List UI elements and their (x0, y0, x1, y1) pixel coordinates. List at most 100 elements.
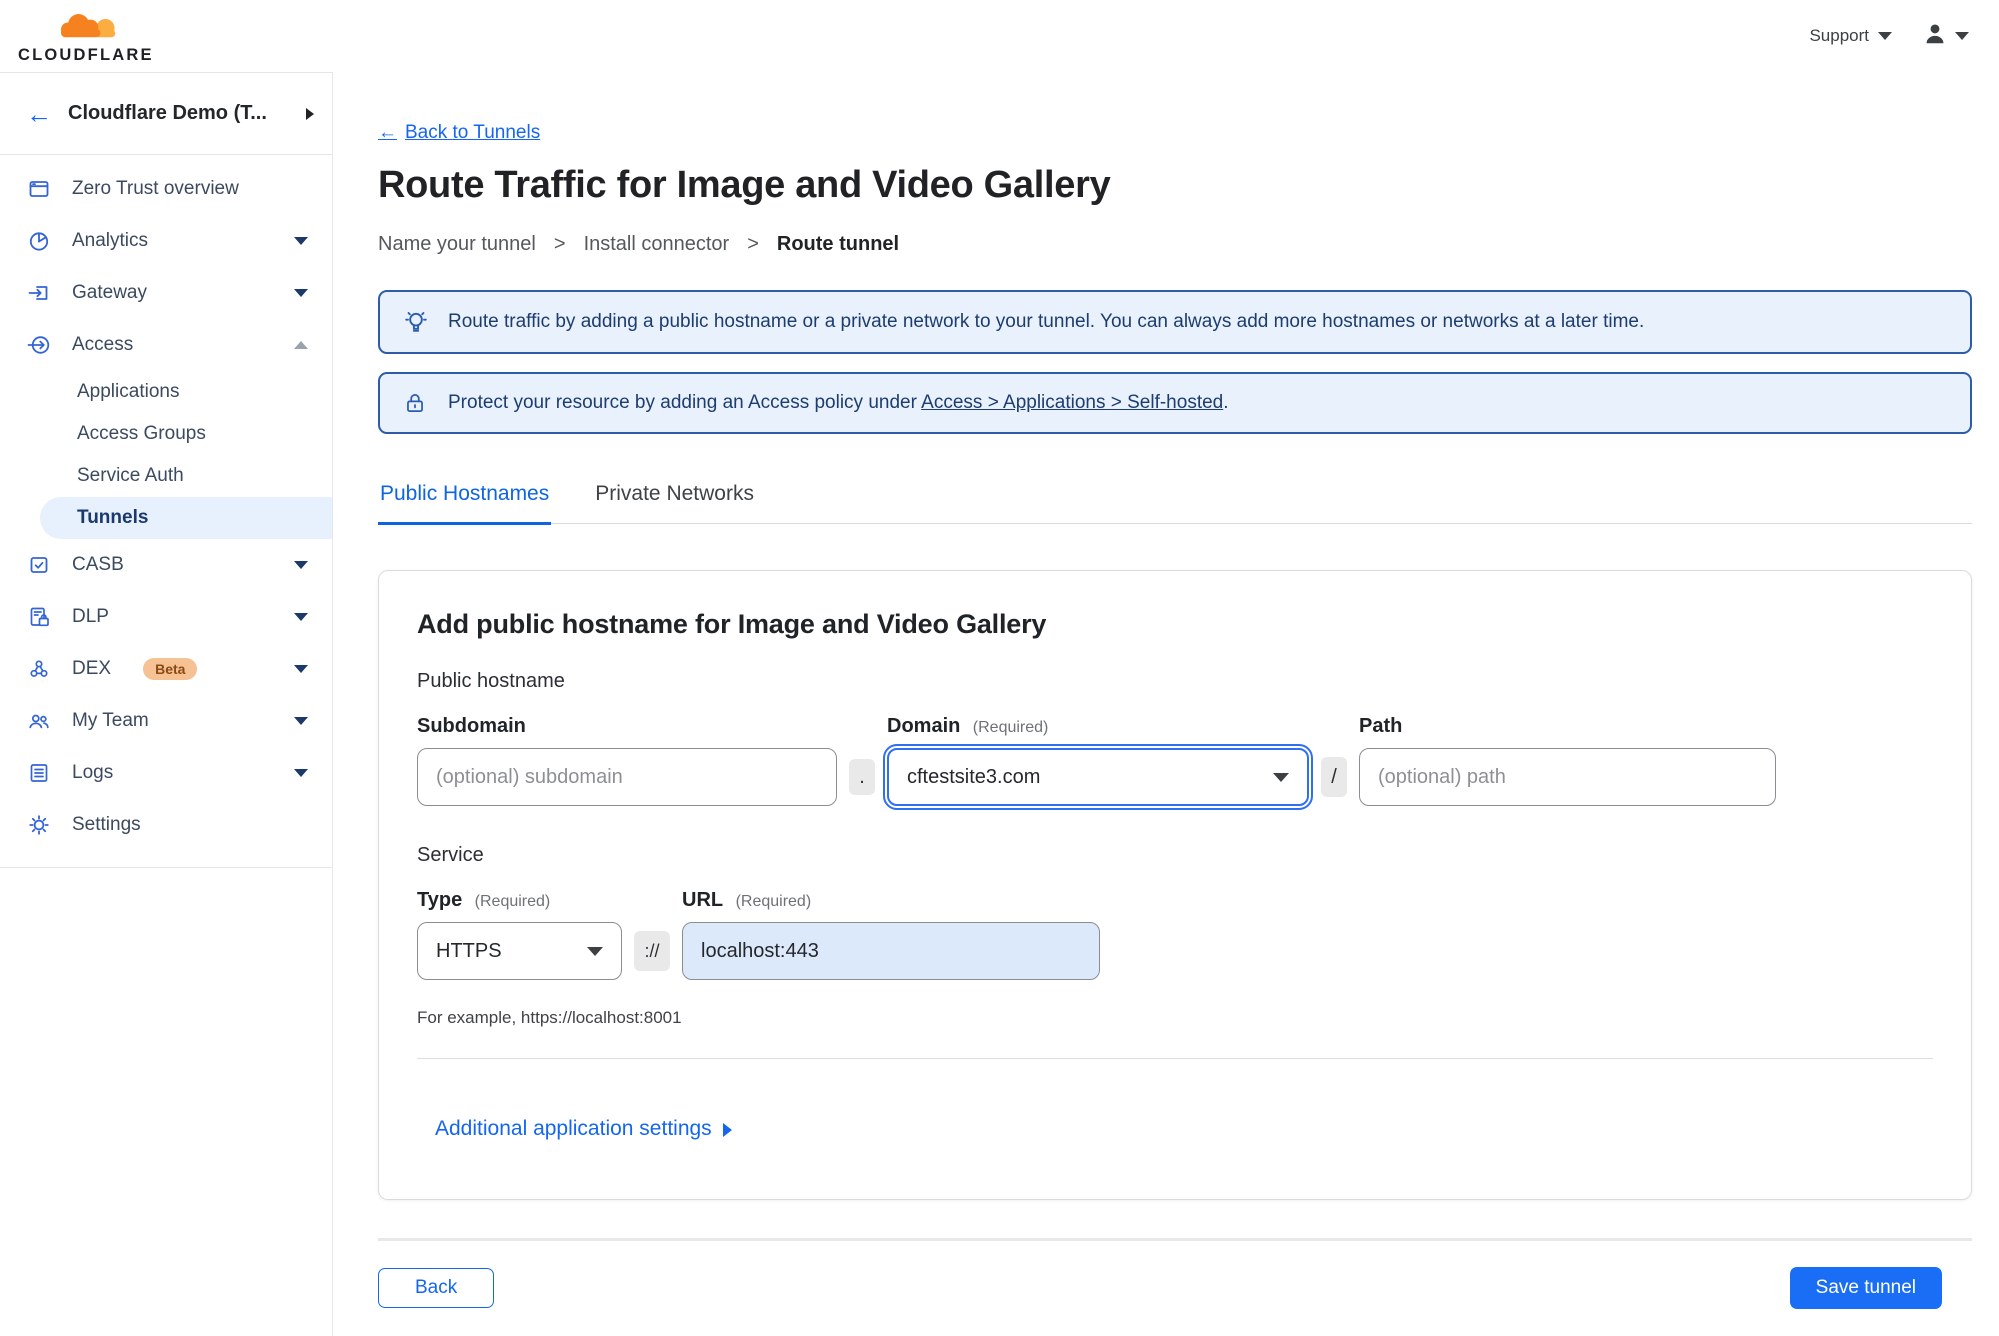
page-title: Route Traffic for Image and Video Galler… (378, 164, 1111, 206)
path-label: Path (1359, 715, 1403, 737)
sidebar-divider (0, 867, 332, 868)
dex-cluster-icon (26, 656, 52, 682)
account-name: Cloudflare Demo (T... (68, 102, 267, 124)
sidebar-item-label: Tunnels (77, 507, 149, 528)
step-separator: > (553, 233, 566, 255)
sidebar-item-label: Access Groups (77, 423, 206, 444)
service-type-value: HTTPS (436, 939, 502, 962)
chevron-down-icon (294, 769, 308, 777)
footer-divider (378, 1238, 1972, 1241)
required-tag: (Required) (972, 719, 1049, 736)
access-policy-banner: Protect your resource by adding an Acces… (378, 372, 1972, 434)
access-applications-link[interactable]: Access > Applications > Self-hosted (921, 392, 1223, 413)
sidebar-item-label: Analytics (72, 230, 149, 251)
sidebar-item-dex[interactable]: DEX Beta (0, 643, 332, 695)
chevron-down-icon (1955, 32, 1969, 40)
access-icon (26, 332, 52, 358)
tab-private-networks[interactable]: Private Networks (593, 482, 756, 525)
wizard-steps: Name your tunnel > Install connector > R… (378, 233, 1972, 256)
sidebar-item-dlp[interactable]: DLP (0, 591, 332, 643)
sidebar-item-my-team[interactable]: My Team (0, 695, 332, 747)
sidebar-item-tunnels[interactable]: Tunnels (40, 497, 332, 539)
user-icon (1922, 21, 1948, 52)
additional-settings-label: Additional application settings (435, 1117, 712, 1140)
sidebar-nav: Zero Trust overview Analytics Gateway Ac… (0, 155, 332, 868)
tab-public-hostnames[interactable]: Public Hostnames (378, 482, 552, 525)
public-hostname-section-label: Public hostname (417, 670, 565, 692)
type-label: Type (417, 889, 463, 911)
tab-bar: Public Hostnames Private Networks (378, 482, 1972, 525)
sidebar-item-label: Applications (77, 381, 180, 402)
chevron-down-icon (294, 289, 308, 297)
cloudflare-logo[interactable]: CLOUDFLARE (18, 8, 154, 65)
subdomain-input[interactable] (417, 748, 837, 806)
url-label-group: URL (Required) (682, 889, 1100, 912)
path-input[interactable] (1359, 748, 1776, 806)
hostname-labels-row: Subdomain Domain (Required) Path (417, 715, 1933, 738)
additional-settings-link[interactable]: Additional application settings (435, 1117, 732, 1141)
sidebar-item-label: Zero Trust overview (72, 178, 239, 199)
sidebar-item-access[interactable]: Access (0, 319, 332, 371)
required-tag: (Required) (474, 893, 551, 910)
card-divider (417, 1058, 1933, 1059)
topbar-right: Support (1809, 21, 1969, 52)
logs-icon (26, 760, 52, 786)
sidebar-item-applications[interactable]: Applications (0, 371, 332, 413)
domain-select-value: cftestsite3.com (907, 765, 1041, 788)
cloudflare-wordmark: CLOUDFLARE (18, 45, 154, 64)
sidebar-account-header: ← Cloudflare Demo (T... (0, 73, 332, 155)
chevron-down-icon (294, 717, 308, 725)
subdomain-label: Subdomain (417, 715, 526, 737)
public-hostname-card: Add public hostname for Image and Video … (378, 570, 1972, 1200)
back-button[interactable]: Back (378, 1268, 495, 1308)
step-name-your-tunnel[interactable]: Name your tunnel (378, 233, 536, 256)
url-label: URL (682, 889, 724, 911)
chevron-right-icon[interactable] (306, 107, 314, 120)
sidebar-item-label: DEX (72, 658, 112, 679)
back-arrow-icon: ← (378, 122, 397, 143)
main-content: ← Back to Tunnels Route Traffic for Imag… (333, 72, 1999, 1336)
domain-select[interactable]: cftestsite3.com (883, 744, 1313, 810)
slash-separator: / (1321, 757, 1347, 797)
cloudflare-cloud-icon (49, 8, 123, 49)
sidebar-item-service-auth[interactable]: Service Auth (0, 455, 332, 497)
gateway-icon (26, 280, 52, 306)
type-label-group: Type (Required) (417, 889, 622, 912)
scheme-separator: :// (634, 931, 670, 971)
chevron-up-icon (294, 341, 308, 349)
service-type-select[interactable]: HTTPS (417, 922, 622, 980)
sidebar-item-gateway[interactable]: Gateway (0, 267, 332, 319)
gear-icon (26, 812, 52, 838)
sidebar-item-logs[interactable]: Logs (0, 747, 332, 799)
document-lock-icon (26, 604, 52, 630)
step-route-tunnel: Route tunnel (776, 233, 900, 255)
pie-chart-icon (26, 228, 52, 254)
chevron-right-icon (722, 1123, 732, 1137)
step-install-connector[interactable]: Install connector (584, 233, 730, 256)
beta-badge: Beta (143, 658, 198, 680)
domain-label-group: Domain (Required) (887, 715, 1309, 738)
sidebar: ← Cloudflare Demo (T... Zero Trust overv… (0, 72, 333, 1336)
support-label: Support (1809, 26, 1869, 45)
access-banner-suffix: . (1223, 392, 1229, 413)
window-icon (26, 176, 52, 202)
info-banner-text: Route traffic by adding a public hostnam… (448, 311, 1645, 332)
sidebar-item-casb[interactable]: CASB (0, 539, 332, 591)
support-menu[interactable]: Support (1809, 26, 1892, 46)
sidebar-item-zero-trust-overview[interactable]: Zero Trust overview (0, 163, 332, 215)
back-arrow-icon[interactable]: ← (26, 101, 52, 127)
save-tunnel-button[interactable]: Save tunnel (1789, 1267, 1942, 1309)
required-tag: (Required) (735, 893, 812, 910)
sidebar-item-label: Access (72, 334, 134, 355)
sidebar-item-analytics[interactable]: Analytics (0, 215, 332, 267)
chevron-down-icon (294, 561, 308, 569)
service-section-label: Service (417, 844, 484, 866)
back-to-tunnels-link[interactable]: ← Back to Tunnels (378, 122, 540, 144)
url-example-text: For example, https://localhost:8001 (417, 1008, 682, 1027)
sidebar-item-label: Gateway (72, 282, 147, 303)
url-input[interactable] (682, 922, 1100, 980)
sidebar-item-access-groups[interactable]: Access Groups (0, 413, 332, 455)
chevron-down-icon (294, 613, 308, 621)
user-account-menu[interactable] (1922, 21, 1969, 52)
sidebar-item-settings[interactable]: Settings (0, 799, 332, 851)
